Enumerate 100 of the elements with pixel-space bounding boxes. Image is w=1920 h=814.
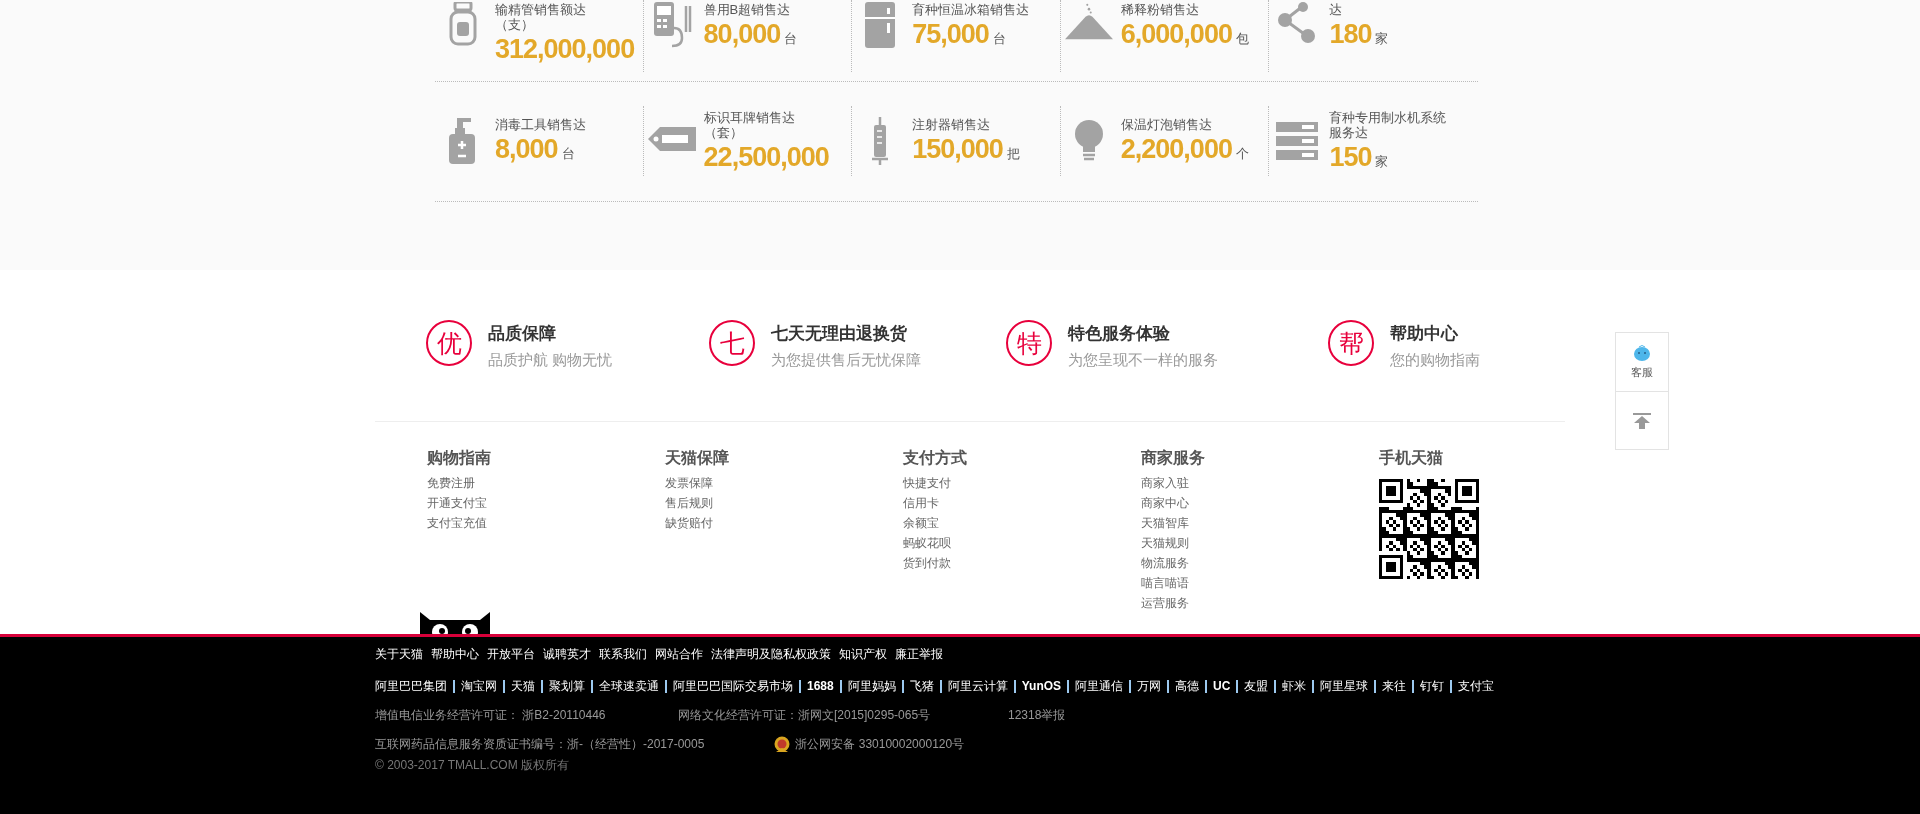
partner-link[interactable]: 天猫 (503, 680, 541, 693)
footer-link[interactable]: 廉正举报 (895, 646, 943, 662)
partner-link[interactable]: 友盟 (1236, 680, 1275, 693)
partner-link[interactable]: 阿里巴巴国际交易市场 (665, 680, 799, 693)
partner-link[interactable]: 聚划算 (541, 680, 591, 693)
footer-link[interactable]: 关于天猫 (375, 646, 423, 662)
partner-link[interactable]: YunOS (1013, 680, 1068, 693)
service-title: 七天无理由退换货 (771, 323, 908, 345)
stat-label: 达 (1329, 2, 1344, 17)
column-title: 支付方式 (903, 448, 967, 468)
footer-link[interactable]: 商家中心 (1141, 493, 1189, 513)
stat-value: 22,500,000 (703, 141, 829, 173)
stat-value: 150 (1329, 141, 1372, 173)
column-title: 天猫保障 (665, 448, 729, 468)
chat-bubble-icon (1633, 344, 1651, 361)
partner-link[interactable]: 全球速卖通 (591, 680, 665, 693)
stat-unit: 包 (1235, 30, 1249, 48)
footer-link[interactable]: 知识产权 (839, 646, 887, 662)
stat-label: 输精管销售额达（支） (495, 2, 587, 32)
stat-value: 2,200,000 (1120, 134, 1232, 165)
light-bulb-icon (1073, 120, 1104, 162)
footer-link[interactable]: 天猫智库 (1141, 513, 1189, 533)
footer-link[interactable]: 天猫规则 (1141, 533, 1189, 553)
police-badge-icon (774, 736, 791, 753)
share-icon (1277, 2, 1318, 44)
footer-link[interactable]: 余额宝 (903, 513, 939, 533)
stat-unit: 台 (992, 30, 1006, 48)
partner-link[interactable]: 万网 (1129, 680, 1168, 693)
partner-link[interactable]: UC (1205, 680, 1237, 693)
stat-value: 6,000,000 (1120, 19, 1232, 50)
footer-link[interactable]: 开通支付宝 (427, 493, 487, 513)
service-title: 帮助中心 (1390, 323, 1459, 345)
partner-link[interactable]: 阿里云计算 (939, 680, 1014, 693)
footer-link[interactable]: 运营服务 (1141, 593, 1189, 613)
stat-label: 标识耳牌销售达（套） (703, 109, 796, 140)
stat-unit: 台 (784, 30, 798, 48)
stat-label: 育种恒温冰箱销售达 (912, 2, 1030, 17)
copyright-text: © 2003-2017 TMALL.COM 版权所有 (375, 757, 571, 774)
service-subtitle: 品质护航 购物无忧 (488, 351, 613, 370)
stat-value: 80,000 (703, 19, 781, 50)
stat-label: 注射器销售达 (912, 117, 992, 132)
partner-link[interactable]: 1688 (799, 680, 840, 693)
license-text: 增值电信业务经营许可证： 浙B2-20110446 (375, 707, 607, 724)
service-badge: 特 (1006, 320, 1052, 366)
column-title: 手机天猫 (1379, 448, 1443, 468)
service-badge: 帮 (1328, 320, 1374, 366)
stat-label: 兽用B超销售达 (703, 2, 792, 17)
service-badge: 优 (426, 320, 472, 366)
police-record-text: 浙公网安备 33010002000120号 (795, 736, 965, 753)
stat-unit: 家 (1375, 152, 1389, 171)
footer-link[interactable]: 物流服务 (1141, 553, 1189, 573)
footer-link[interactable]: 快捷支付 (903, 473, 951, 493)
footer-link[interactable]: 商家入驻 (1141, 473, 1189, 493)
footer-link[interactable]: 开放平台 (487, 646, 535, 662)
stat-value: 8,000 (495, 134, 558, 165)
service-title: 特色服务体验 (1068, 323, 1171, 345)
footer-link[interactable]: 信用卡 (903, 493, 939, 513)
service-subtitle: 为您呈现不一样的服务 (1068, 351, 1218, 370)
partner-link[interactable]: 阿里巴巴集团 (375, 680, 453, 693)
partner-link[interactable]: 阿里星球 (1312, 680, 1375, 693)
stat-label: 保温灯泡销售达 (1120, 117, 1213, 132)
footer-link[interactable]: 缺货赔付 (665, 513, 713, 533)
partner-link[interactable]: 飞猪 (901, 680, 940, 693)
footer-link[interactable]: 喵言喵语 (1141, 573, 1189, 593)
footer-link[interactable]: 发票保障 (665, 473, 713, 493)
service-badge: 七 (709, 320, 755, 366)
footer-link[interactable]: 货到付款 (903, 553, 951, 573)
partner-link[interactable]: 支付宝 (1450, 680, 1501, 693)
stat-unit: 台 (561, 145, 575, 163)
footer-link[interactable]: 诚聘英才 (543, 646, 591, 662)
partner-link[interactable]: 虾米 (1274, 680, 1313, 693)
column-title: 商家服务 (1141, 448, 1205, 468)
powder-pile-icon (1064, 2, 1113, 42)
partner-link[interactable]: 来往 (1374, 680, 1413, 693)
partner-link[interactable]: 阿里妈妈 (839, 680, 902, 693)
stat-value: 180 (1329, 19, 1372, 50)
license-text: 网络文化经营许可证：浙网文[2015]0295-065号 (678, 707, 932, 724)
footer-link[interactable]: 联系我们 (599, 646, 647, 662)
footer-link[interactable]: 免费注册 (427, 473, 475, 493)
stat-value: 312,000,000 (495, 34, 635, 65)
footer-link[interactable]: 法律声明及隐私权政策 (711, 646, 831, 662)
license-text: 12318举报 (1008, 707, 1067, 724)
stat-unit: 个 (1235, 145, 1249, 163)
footer-link[interactable]: 支付宝充值 (427, 513, 487, 533)
column-title: 购物指南 (427, 448, 491, 468)
stat-unit: 把 (1006, 145, 1020, 163)
stat-value: 75,000 (912, 19, 989, 50)
partner-link[interactable]: 淘宝网 (453, 680, 503, 693)
footer-link[interactable]: 蚂蚁花呗 (903, 533, 951, 553)
service-subtitle: 为您提供售后无忧保障 (771, 351, 921, 370)
service-title: 品质保障 (488, 323, 557, 345)
partner-link[interactable]: 钉钉 (1412, 680, 1451, 693)
server-rack-icon (1276, 122, 1319, 160)
footer-link[interactable]: 售后规则 (665, 493, 713, 513)
partner-link[interactable]: 阿里通信 (1067, 680, 1130, 693)
stat-value: 150,000 (912, 134, 1003, 165)
partner-link[interactable]: 高德 (1167, 680, 1206, 693)
jar-icon (449, 2, 477, 46)
footer-link[interactable]: 帮助中心 (431, 646, 479, 662)
footer-link[interactable]: 网站合作 (655, 646, 703, 662)
